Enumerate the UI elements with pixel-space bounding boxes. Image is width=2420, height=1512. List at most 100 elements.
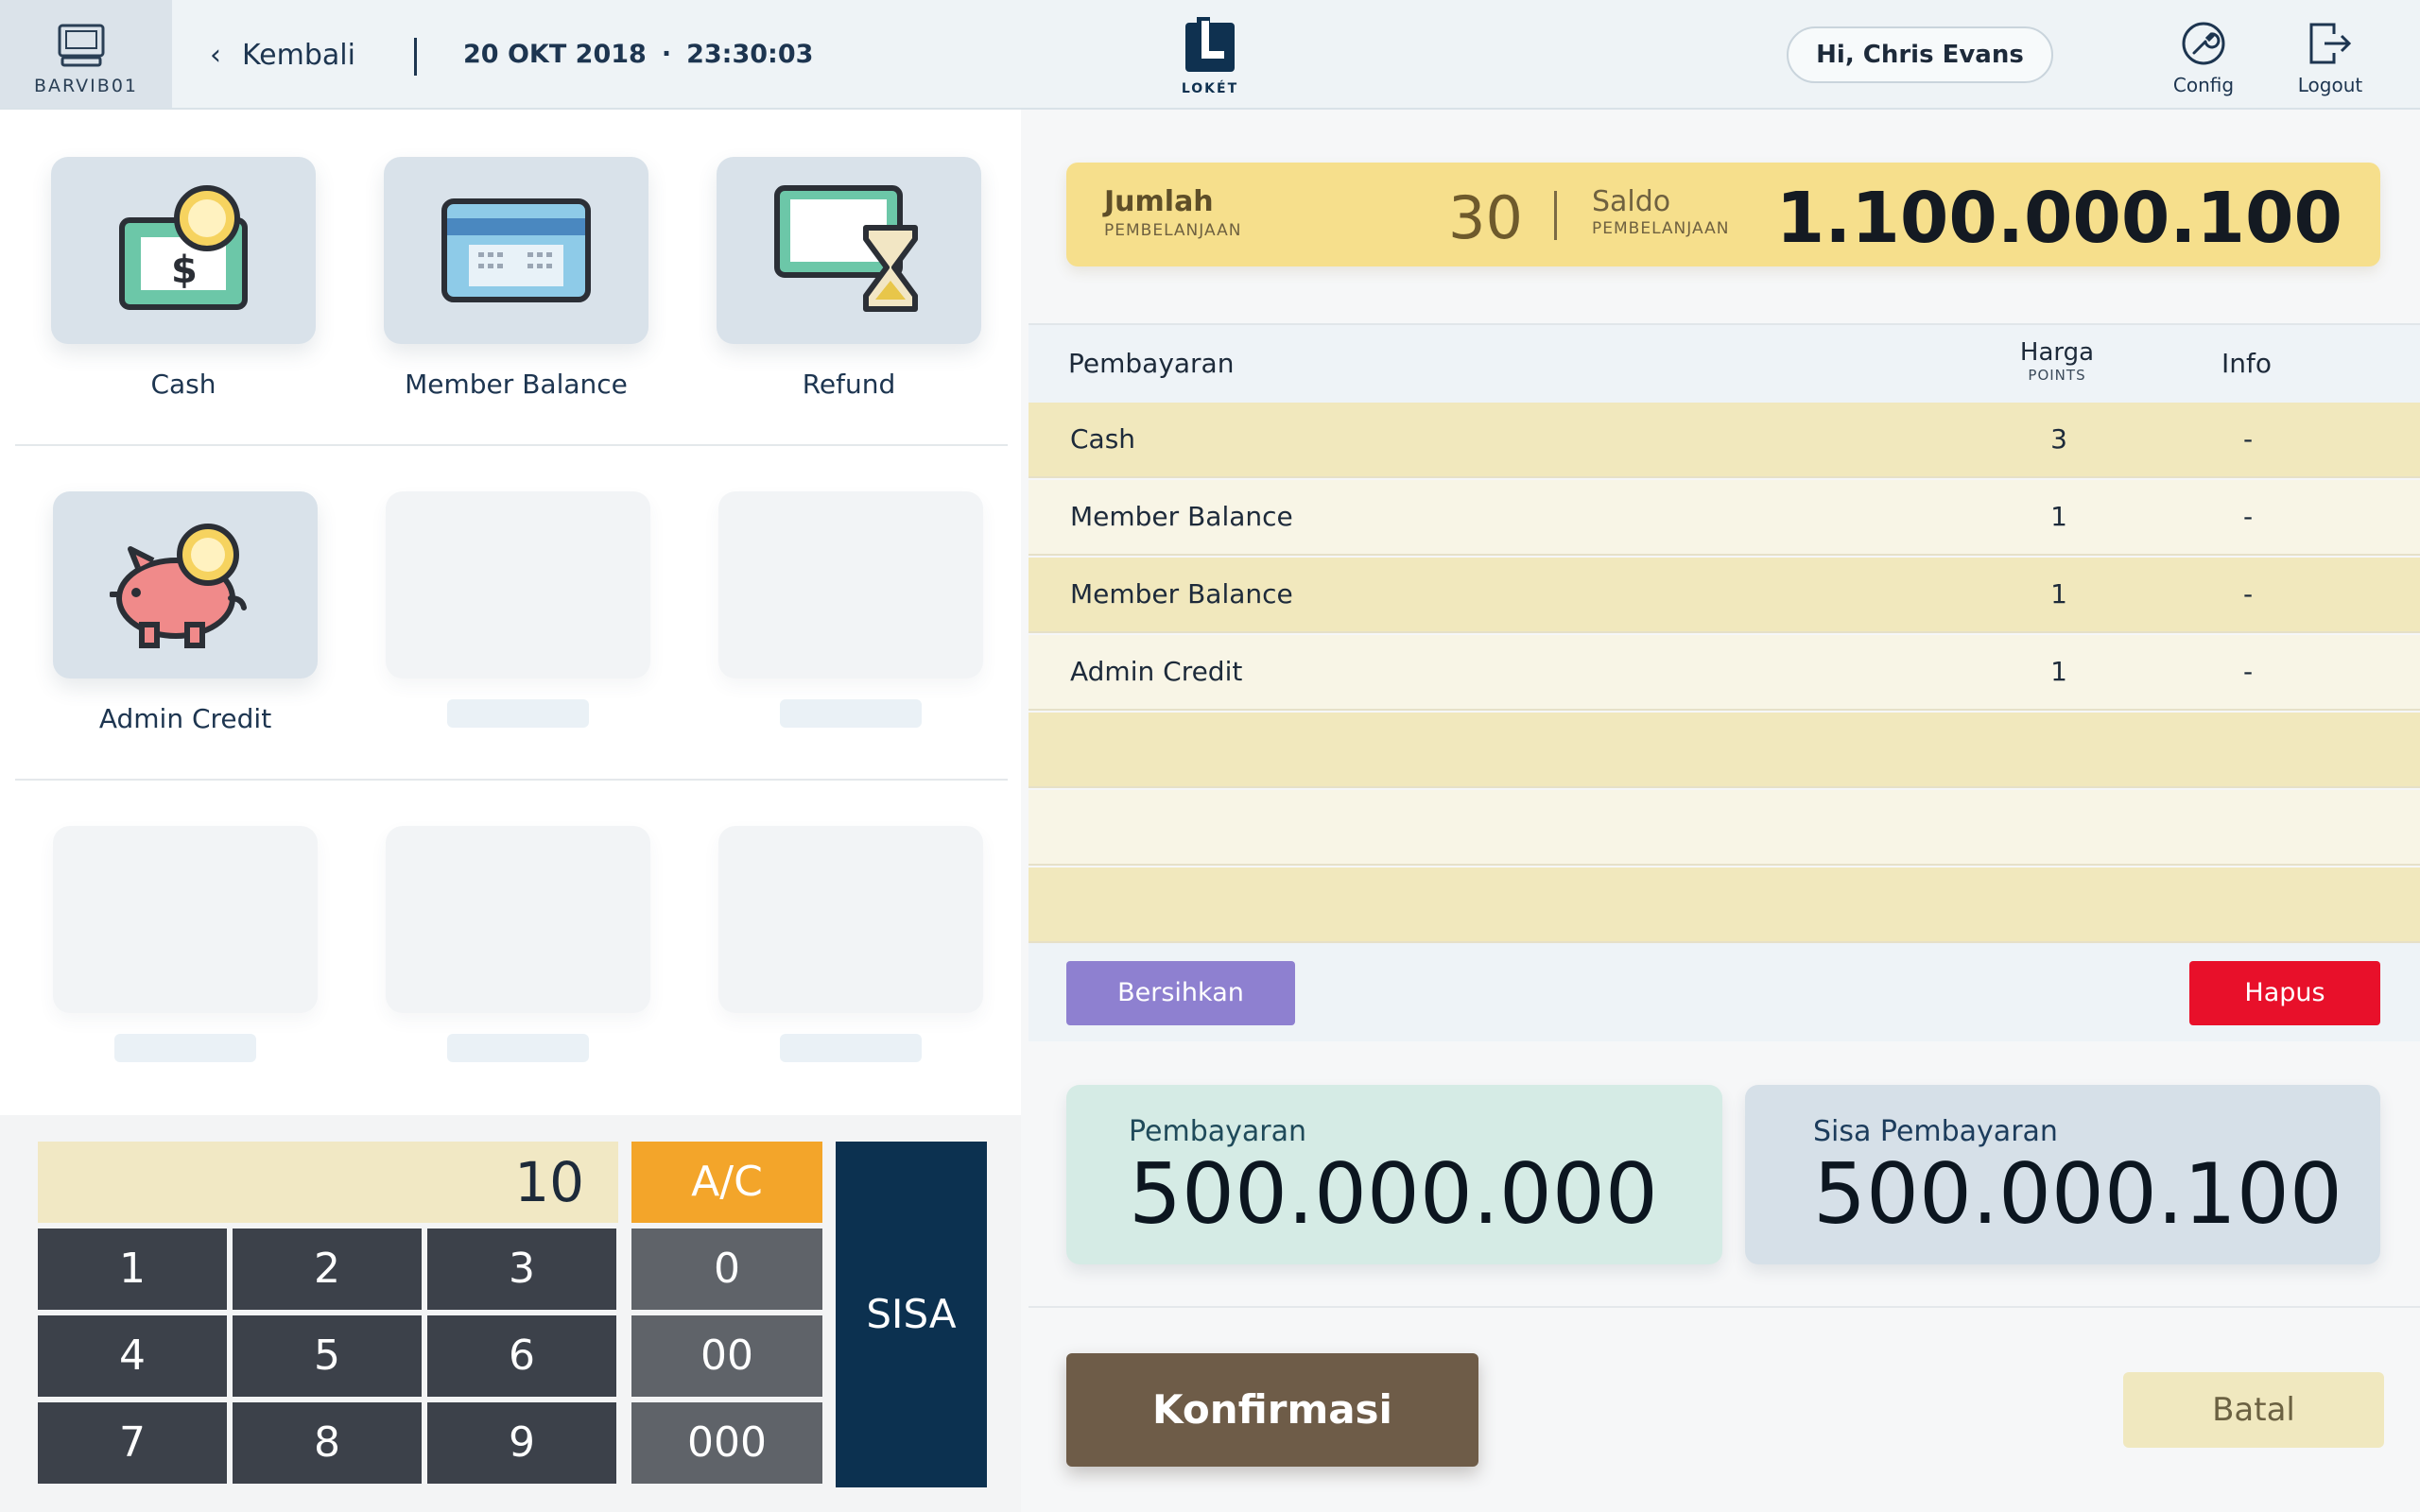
empty-label-placeholder [447,1034,589,1062]
logout-button[interactable]: Logout [2278,21,2382,96]
config-button[interactable]: Config [2152,21,2256,96]
user-greeting[interactable]: Hi, Chris Evans [1787,26,2053,83]
row-info: - [2242,656,2254,687]
svg-text:$: $ [171,249,198,292]
row-payment-name: Member Balance [1070,578,1293,610]
row-info: - [2242,501,2254,532]
empty-card [718,826,983,1013]
row-payment-name: Cash [1070,423,1136,455]
summary-divider [1554,191,1557,240]
row-price: 3 [2050,423,2067,455]
empty-card [718,491,983,679]
key-1[interactable]: 1 [38,1228,227,1310]
row-payment-name: Admin Credit [1070,656,1243,687]
station-label: BARVIB01 [33,76,138,96]
remaining-payment-value: 500.000.100 [1813,1145,2342,1243]
payment-method-refund[interactable]: Refund [717,157,981,400]
row-info: - [2242,578,2254,610]
delete-button[interactable]: Hapus [2189,961,2380,1025]
price-header-label: Harga [2019,338,2095,367]
logout-label: Logout [2297,74,2363,96]
card-icon [441,198,591,302]
key-6[interactable]: 6 [427,1315,616,1397]
empty-label-placeholder [114,1034,256,1062]
empty-tile [718,491,983,728]
column-header-info: Info [2221,348,2272,379]
empty-card [386,491,650,679]
header-divider [414,38,417,76]
time-text: 23:30:03 [686,40,814,69]
tile-row-divider [15,779,1008,781]
key-4[interactable]: 4 [38,1315,227,1397]
payment-method-card[interactable]: $ [51,157,316,344]
date-time-separator: · [661,40,672,69]
key-5[interactable]: 5 [233,1315,422,1397]
back-label: Kembali [242,38,355,72]
sisa-button[interactable]: SISA [836,1142,987,1487]
payment-method-label: Refund [802,369,896,400]
row-payment-name: Member Balance [1070,501,1293,532]
remaining-payment-label: Sisa Pembayaran [1813,1115,2058,1148]
key-2[interactable]: 2 [233,1228,422,1310]
all-clear-button[interactable]: A/C [631,1142,822,1223]
row-price: 1 [2050,578,2067,610]
payment-method-card[interactable] [384,157,648,344]
payment-method-admin-credit[interactable]: Admin Credit [53,491,318,734]
app-header: BARVIB01 ‹ Kembali 20 OKT 2018 · 23:30:0… [0,0,2420,110]
price-header-sublabel: POINTS [2028,367,2086,384]
cash-icon: $ [119,185,248,310]
payment-method-cash[interactable]: $ Cash [51,157,316,400]
empty-label-placeholder [780,699,922,728]
date-text: 20 OKT 2018 [463,40,647,69]
empty-card [386,826,650,1013]
tile-row-divider [15,444,1008,446]
wrench-icon [2182,22,2225,65]
row-info: - [2242,423,2254,455]
saldo-label: Saldo [1592,185,1671,218]
table-row[interactable]: Cash 3 - [1028,403,2420,478]
row-price: 1 [2050,656,2067,687]
clear-button[interactable]: Bersihkan [1066,961,1295,1025]
payment-method-card[interactable] [53,491,318,679]
empty-table-row [1028,713,2420,788]
loket-logo-icon [1185,17,1235,72]
datetime: 20 OKT 2018 · 23:30:03 [463,40,813,69]
confirm-button[interactable]: Konfirmasi [1066,1353,1478,1467]
key-7[interactable]: 7 [38,1402,227,1484]
key-9[interactable]: 9 [427,1402,616,1484]
key-00[interactable]: 00 [631,1315,822,1397]
payment-total-label: Pembayaran [1129,1115,1306,1148]
empty-card [53,826,318,1013]
remaining-payment-box: Sisa Pembayaran 500.000.100 [1745,1085,2380,1264]
column-header-price: Harga POINTS [1991,338,2123,384]
purchase-summary: Jumlah PEMBELANJAAN 30 Saldo PEMBELANJAA… [1066,163,2380,266]
refund-icon [774,185,918,312]
key-3[interactable]: 3 [427,1228,616,1310]
terminal-icon [57,23,106,72]
empty-table-row [1028,868,2420,943]
empty-table-row [1028,790,2420,866]
payment-method-card[interactable] [717,157,981,344]
table-row[interactable]: Member Balance 1 - [1028,480,2420,556]
logo-label: LOKÉT [1181,81,1239,96]
key-8[interactable]: 8 [233,1402,422,1484]
column-header-payment: Pembayaran [1068,348,1235,379]
payment-total-box: Pembayaran 500.000.000 [1066,1085,1722,1264]
key-000[interactable]: 000 [631,1402,822,1484]
footer-divider [1028,1306,2420,1308]
empty-tile [386,826,650,1062]
purchase-count: 30 [1448,183,1523,252]
station-indicator: BARVIB01 [0,0,172,108]
empty-label-placeholder [780,1034,922,1062]
table-row[interactable]: Member Balance 1 - [1028,558,2420,633]
cancel-button[interactable]: Batal [2123,1372,2384,1448]
key-0[interactable]: 0 [631,1228,822,1310]
empty-tile [718,826,983,1062]
payment-method-member-balance[interactable]: Member Balance [384,157,648,400]
loket-logo: LOKÉT [1180,15,1240,96]
table-row[interactable]: Admin Credit 1 - [1028,635,2420,711]
logout-icon [2309,23,2352,64]
chevron-left-icon: ‹ [210,38,221,72]
empty-label-placeholder [447,699,589,728]
back-button[interactable]: ‹ Kembali [210,36,355,74]
